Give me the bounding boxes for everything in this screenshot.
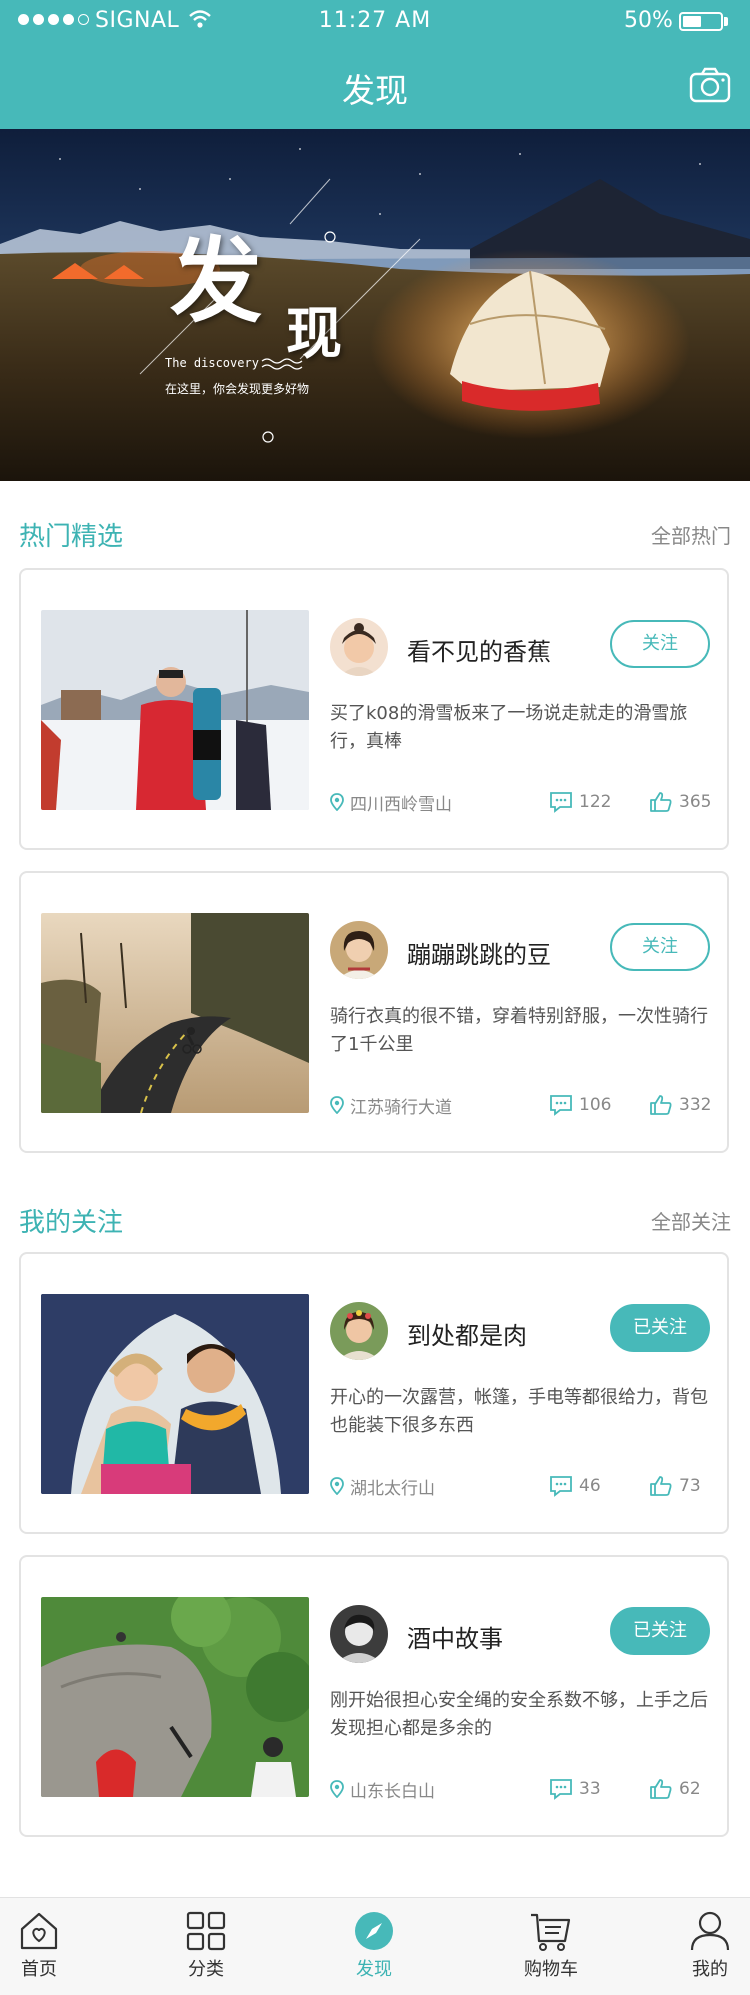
post-card[interactable]: 到处都是肉 已关注 开心的一次露营，帐篷，手电等都很给力，背包也能装下很多东西 … [19, 1252, 729, 1534]
hero-title: 发 [170, 227, 263, 335]
location-pin-icon [330, 1096, 344, 1114]
user-icon [690, 1911, 730, 1951]
hero-subtitle-en: The discovery [165, 356, 259, 370]
avatar[interactable] [330, 921, 388, 979]
location-text: 山东长白山 [350, 1781, 435, 1802]
top-bar: SIGNAL 11:27 AM 50% 发现 [0, 0, 750, 129]
avatar[interactable] [330, 618, 388, 676]
location-text: 四川西岭雪山 [350, 794, 452, 815]
comment-count-text: 122 [579, 792, 612, 812]
post-card[interactable]: 酒中故事 已关注 刚开始很担心安全绳的安全系数不够，上手之后发现担心都是多余的 … [19, 1555, 729, 1837]
battery-tip [724, 17, 728, 26]
post-photo-climbing[interactable] [41, 1597, 309, 1797]
like-count-text: 62 [679, 1779, 701, 1799]
hero-image [0, 129, 750, 481]
section-title: 我的关注 [19, 1208, 124, 1238]
post-photo-camping[interactable] [41, 1294, 309, 1494]
section-header-following: 我的关注 全部关注 [0, 1202, 750, 1242]
tab-bar: 首页 分类 发现 购物车 我的 [0, 1897, 750, 1995]
cart-icon [531, 1913, 571, 1951]
post-description: 开心的一次露营，帐篷，手电等都很给力，背包也能装下很多东西 [330, 1387, 708, 1436]
tab-cart[interactable]: 购物车 [501, 1910, 601, 1981]
tab-label: 分类 [188, 1959, 224, 1980]
following-button[interactable]: 已关注 [610, 1607, 710, 1655]
like-count-text: 73 [679, 1476, 701, 1496]
thumbs-up-icon [650, 792, 672, 812]
comment-icon [550, 1095, 572, 1116]
tab-category[interactable]: 分类 [156, 1910, 256, 1981]
hero-title-second: 现 [286, 301, 342, 367]
username[interactable]: 酒中故事 [407, 1619, 503, 1654]
like-count[interactable]: 62 [649, 1777, 701, 1801]
location-pin-icon [330, 1477, 344, 1495]
post-description: 买了k08的滑雪板来了一场说走就走的滑雪旅行，真棒 [330, 703, 688, 752]
page-title: 发现 [342, 71, 408, 110]
see-all-following-link[interactable]: 全部关注 [651, 1206, 731, 1235]
post-card[interactable]: 看不见的香蕉 关注 买了k08的滑雪板来了一场说走就走的滑雪旅行，真棒 四川西岭… [19, 568, 729, 850]
tab-label: 发现 [356, 1959, 392, 1980]
follow-button[interactable]: 关注 [610, 620, 710, 668]
battery-percent: 50% [624, 8, 673, 33]
status-bar: SIGNAL 11:27 AM 50% [0, 0, 750, 42]
comment-count[interactable]: 33 [549, 1777, 601, 1801]
avatar[interactable] [330, 1605, 388, 1663]
username[interactable]: 看不见的香蕉 [407, 632, 551, 667]
like-count-text: 332 [679, 1095, 712, 1115]
follow-button[interactable]: 关注 [610, 923, 710, 971]
comment-count[interactable]: 46 [549, 1474, 601, 1498]
section-header-hot: 热门精选 全部热门 [0, 516, 750, 556]
section-title: 热门精选 [19, 522, 124, 552]
post-description: 刚开始很担心安全绳的安全系数不够，上手之后发现担心都是多余的 [330, 1690, 708, 1739]
like-count[interactable]: 332 [649, 1093, 711, 1117]
post-card[interactable]: 蹦蹦跳跳的豆 关注 骑行衣真的很不错，穿着特别舒服，一次性骑行了1千公里 江苏骑… [19, 871, 729, 1153]
location-text: 江苏骑行大道 [350, 1097, 452, 1118]
home-icon [20, 1912, 58, 1950]
location-pin-icon [330, 1780, 344, 1798]
tab-label: 我的 [692, 1959, 728, 1980]
username[interactable]: 蹦蹦跳跳的豆 [407, 935, 551, 970]
comment-icon [550, 1476, 572, 1497]
comment-count-text: 106 [579, 1095, 612, 1115]
thumbs-up-icon [650, 1476, 672, 1496]
compass-icon [355, 1912, 393, 1950]
comment-count[interactable]: 106 [549, 1093, 611, 1117]
location-text: 湖北太行山 [350, 1478, 435, 1499]
avatar[interactable] [330, 1302, 388, 1360]
like-count-text: 365 [679, 792, 712, 812]
location-pin-icon [330, 793, 344, 811]
camera-icon[interactable] [689, 67, 731, 103]
post-location: 四川西岭雪山 [330, 790, 452, 815]
tab-label: 购物车 [524, 1959, 578, 1980]
comment-count-text: 46 [579, 1476, 601, 1496]
post-location: 山东长白山 [330, 1777, 435, 1802]
following-button[interactable]: 已关注 [610, 1304, 710, 1352]
tab-discover[interactable]: 发现 [324, 1910, 424, 1981]
hero-banner[interactable]: 发 现 The discovery 在这里，你会发现更多好物 [0, 129, 750, 481]
thumbs-up-icon [650, 1095, 672, 1115]
post-location: 江苏骑行大道 [330, 1093, 452, 1118]
grid-icon [186, 1911, 226, 1951]
comment-count-text: 33 [579, 1779, 601, 1799]
comment-icon [550, 792, 572, 813]
battery-icon [679, 12, 723, 31]
like-count[interactable]: 365 [649, 790, 711, 814]
comment-icon [550, 1779, 572, 1800]
tab-label: 首页 [21, 1959, 57, 1980]
username[interactable]: 到处都是肉 [407, 1316, 527, 1351]
thumbs-up-icon [650, 1779, 672, 1799]
hero-subtitle-cn: 在这里，你会发现更多好物 [165, 382, 310, 396]
tab-me[interactable]: 我的 [660, 1910, 750, 1981]
like-count[interactable]: 73 [649, 1474, 701, 1498]
post-description: 骑行衣真的很不错，穿着特别舒服，一次性骑行了1千公里 [330, 1006, 708, 1055]
post-photo-ski[interactable] [41, 610, 309, 810]
tab-home[interactable]: 首页 [0, 1910, 89, 1981]
post-location: 湖北太行山 [330, 1474, 435, 1499]
post-photo-cycling[interactable] [41, 913, 309, 1113]
comment-count[interactable]: 122 [549, 790, 611, 814]
see-all-hot-link[interactable]: 全部热门 [651, 520, 731, 549]
